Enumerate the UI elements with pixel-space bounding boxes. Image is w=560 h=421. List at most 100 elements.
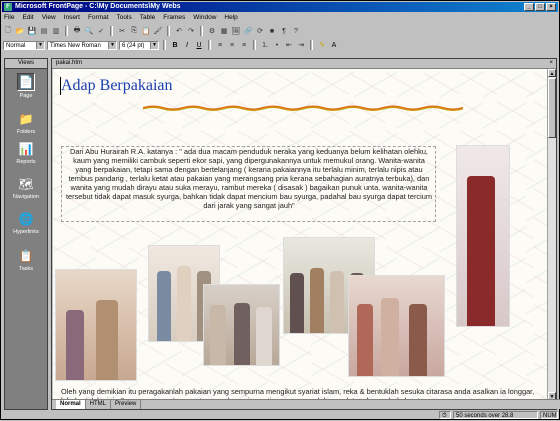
- preview-icon[interactable]: 🔍: [84, 26, 94, 36]
- save-icon[interactable]: 💾: [27, 26, 37, 36]
- chevron-down-icon[interactable]: ▼: [36, 41, 44, 49]
- hadith-quote[interactable]: Dari Abu Hurairah R.A. katanya : " ada d…: [65, 147, 433, 210]
- navigation-icon: 🗺: [18, 177, 34, 191]
- style-value: Normal: [6, 42, 26, 49]
- cut-icon[interactable]: ✂: [117, 26, 127, 36]
- view-folders-label: Folders: [16, 129, 36, 135]
- chevron-down-icon[interactable]: ▼: [108, 41, 116, 49]
- insert-image-icon[interactable]: 🖼: [231, 26, 241, 36]
- toolbar-separator: [253, 40, 256, 50]
- menu-view[interactable]: View: [41, 13, 57, 23]
- copy-icon[interactable]: ⎘: [129, 26, 139, 36]
- status-bar: ⏱ 50 seconds over 28.8 NUM: [3, 411, 559, 420]
- font-select[interactable]: Times New Roman ▼: [47, 40, 117, 50]
- format-painter-icon[interactable]: 🖌: [153, 26, 163, 36]
- document-tab[interactable]: pakai.htm: [56, 60, 82, 66]
- toolbar-separator: [65, 26, 68, 36]
- underline-button[interactable]: U: [194, 42, 204, 49]
- folder-list-icon[interactable]: ▥: [51, 26, 61, 36]
- align-center-icon[interactable]: ≡: [227, 40, 237, 50]
- scroll-thumb[interactable]: [548, 78, 556, 138]
- chevron-down-icon[interactable]: ▼: [150, 41, 158, 49]
- menu-window[interactable]: Window: [192, 13, 217, 23]
- menu-file[interactable]: File: [3, 13, 15, 23]
- new-page-icon[interactable]: 🗋: [3, 26, 13, 36]
- align-left-icon[interactable]: ≡: [215, 40, 225, 50]
- fashion-photo: [348, 275, 445, 377]
- views-header: Views: [5, 59, 47, 69]
- menu-tools[interactable]: Tools: [116, 13, 133, 23]
- vertical-scrollbar[interactable]: ▲ ▼: [547, 69, 556, 400]
- maximize-button[interactable]: □: [535, 3, 545, 11]
- refresh-icon[interactable]: ⟳: [255, 26, 265, 36]
- publish-icon[interactable]: ▤: [39, 26, 49, 36]
- format-toolbar: Normal ▼ Times New Roman ▼ 6 (24 pt) ▼ B…: [3, 39, 557, 51]
- toolbar-separator: [310, 40, 313, 50]
- show-all-icon[interactable]: ¶: [279, 26, 289, 36]
- scroll-up-icon[interactable]: ▲: [548, 69, 556, 77]
- minimize-button[interactable]: _: [524, 3, 534, 11]
- numbered-list-icon[interactable]: ⒈: [260, 40, 270, 50]
- page-heading[interactable]: Adap Berpakaian: [61, 77, 173, 95]
- print-icon[interactable]: 🖶: [72, 26, 82, 36]
- menu-bar: File Edit View Insert Format Tools Table…: [3, 13, 239, 23]
- hyperlinks-icon: 🌐: [18, 212, 34, 226]
- view-folders[interactable]: 📁 Folders: [5, 111, 47, 135]
- font-value: Times New Roman: [50, 42, 101, 49]
- fashion-photo: [456, 145, 510, 327]
- paste-icon[interactable]: 📋: [141, 26, 151, 36]
- menu-format[interactable]: Format: [87, 13, 110, 23]
- download-time: 50 seconds over 28.8: [453, 411, 538, 419]
- decrease-indent-icon[interactable]: ⇤: [284, 40, 294, 50]
- undo-icon[interactable]: ↶: [174, 26, 184, 36]
- bold-button[interactable]: B: [170, 42, 180, 49]
- view-hyperlinks[interactable]: 🌐 Hyperlinks: [5, 211, 47, 235]
- num-lock-indicator: NUM: [540, 411, 558, 419]
- menu-edit[interactable]: Edit: [21, 13, 34, 23]
- view-navigation[interactable]: 🗺 Navigation: [5, 176, 47, 200]
- menu-table[interactable]: Table: [139, 13, 157, 23]
- view-tasks-label: Tasks: [18, 266, 34, 272]
- size-value: 6 (24 pt): [122, 42, 145, 49]
- size-select[interactable]: 6 (24 pt) ▼: [119, 40, 159, 50]
- tab-html[interactable]: HTML: [86, 400, 112, 409]
- font-color-icon[interactable]: A: [329, 40, 339, 50]
- menu-help[interactable]: Help: [223, 13, 238, 23]
- style-select[interactable]: Normal ▼: [3, 40, 45, 50]
- view-mode-tabs: Normal HTML Preview: [52, 399, 560, 409]
- bulleted-list-icon[interactable]: •: [272, 40, 282, 50]
- folder-icon: 📁: [18, 112, 34, 126]
- spelling-icon[interactable]: ✓: [96, 26, 106, 36]
- view-tasks[interactable]: 📋 Tasks: [5, 248, 47, 272]
- document-pane: pakai.htm × Adap Berpakaian Dari Abu Hur…: [51, 58, 560, 410]
- fashion-photo: [203, 284, 280, 366]
- fashion-photo: [55, 269, 137, 381]
- hyperlink-icon[interactable]: 🔗: [243, 26, 253, 36]
- close-button[interactable]: ×: [546, 3, 556, 11]
- view-page[interactable]: 📄 Page: [5, 73, 47, 99]
- close-icon[interactable]: ×: [549, 59, 553, 68]
- increase-indent-icon[interactable]: ⇥: [296, 40, 306, 50]
- standard-toolbar: 🗋 📂 💾 ▤ ▥ 🖶 🔍 ✓ ✂ ⎘ 📋 🖌 ↶ ↷ ⚙ ▦ 🖼 🔗 ⟳ ■ …: [3, 25, 557, 37]
- italic-button[interactable]: I: [182, 42, 192, 49]
- menu-insert[interactable]: Insert: [63, 13, 81, 23]
- views-bar: Views 📄 Page 📁 Folders 📊 Reports 🗺 Navig…: [4, 58, 48, 410]
- help-icon[interactable]: ?: [291, 26, 301, 36]
- insert-component-icon[interactable]: ⚙: [207, 26, 217, 36]
- align-right-icon[interactable]: ≡: [239, 40, 249, 50]
- menu-frames[interactable]: Frames: [162, 13, 186, 23]
- open-icon[interactable]: 📂: [15, 26, 25, 36]
- highlight-color-icon[interactable]: ✎: [317, 40, 327, 50]
- view-reports[interactable]: 📊 Reports: [5, 141, 47, 165]
- toolbar-separator: [167, 26, 170, 36]
- tab-normal[interactable]: Normal: [56, 400, 86, 409]
- frontpage-window: F Microsoft FrontPage - C:\My Documents\…: [0, 0, 560, 420]
- frontpage-icon[interactable]: F: [4, 3, 12, 11]
- page-editor[interactable]: Adap Berpakaian Dari Abu Hurairah R.A. k…: [53, 69, 548, 400]
- tab-preview[interactable]: Preview: [111, 400, 142, 409]
- toolbar-separator: [110, 26, 113, 36]
- stop-icon[interactable]: ■: [267, 26, 277, 36]
- redo-icon[interactable]: ↷: [186, 26, 196, 36]
- insert-table-icon[interactable]: ▦: [219, 26, 229, 36]
- document-tab-bar: pakai.htm ×: [52, 59, 556, 69]
